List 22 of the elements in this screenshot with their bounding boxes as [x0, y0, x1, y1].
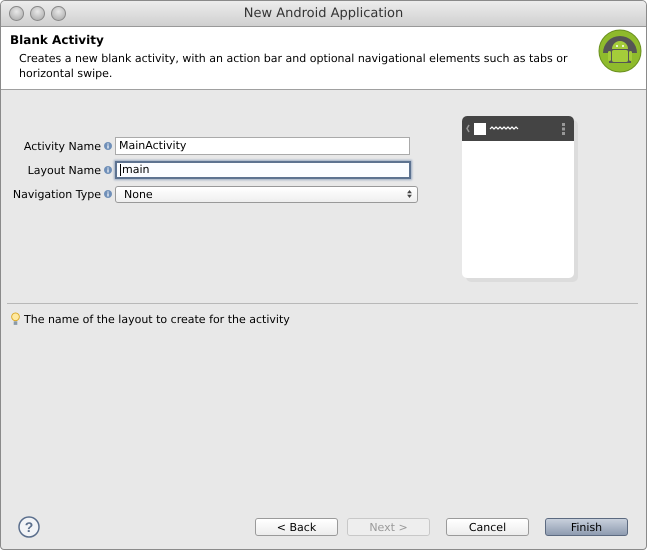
updown-arrows-icon [407, 190, 412, 198]
minimize-button[interactable] [30, 6, 45, 21]
close-button[interactable] [9, 6, 24, 21]
info-icon [104, 166, 112, 174]
page-title: Blank Activity [10, 33, 105, 47]
dialog-button[interactable]: Cancel [446, 518, 529, 536]
zoom-button[interactable] [51, 6, 66, 21]
help-icon[interactable]: ? [18, 516, 40, 538]
dialog-button[interactable]: Finish [545, 518, 628, 536]
text-field[interactable]: main [115, 161, 411, 179]
dialog-button[interactable]: < Back [255, 518, 338, 536]
field-label: Navigation Type [12, 188, 101, 200]
field-label: Layout Name [26, 164, 101, 176]
page-description: Creates a new blank activity, with an action bar and optional navigational elements such as tabs or horizontal swipe. [19, 51, 568, 81]
hint-text: The name of the layout to create for the activity [24, 313, 290, 326]
info-icon [104, 142, 112, 150]
info-icon [104, 190, 112, 198]
lightbulb-icon [11, 312, 20, 327]
dropdown[interactable]: None [115, 186, 418, 202]
text-field[interactable]: MainActivity [115, 137, 410, 155]
window-title: New Android Application [244, 6, 404, 21]
field-label: Activity Name [22, 140, 101, 152]
